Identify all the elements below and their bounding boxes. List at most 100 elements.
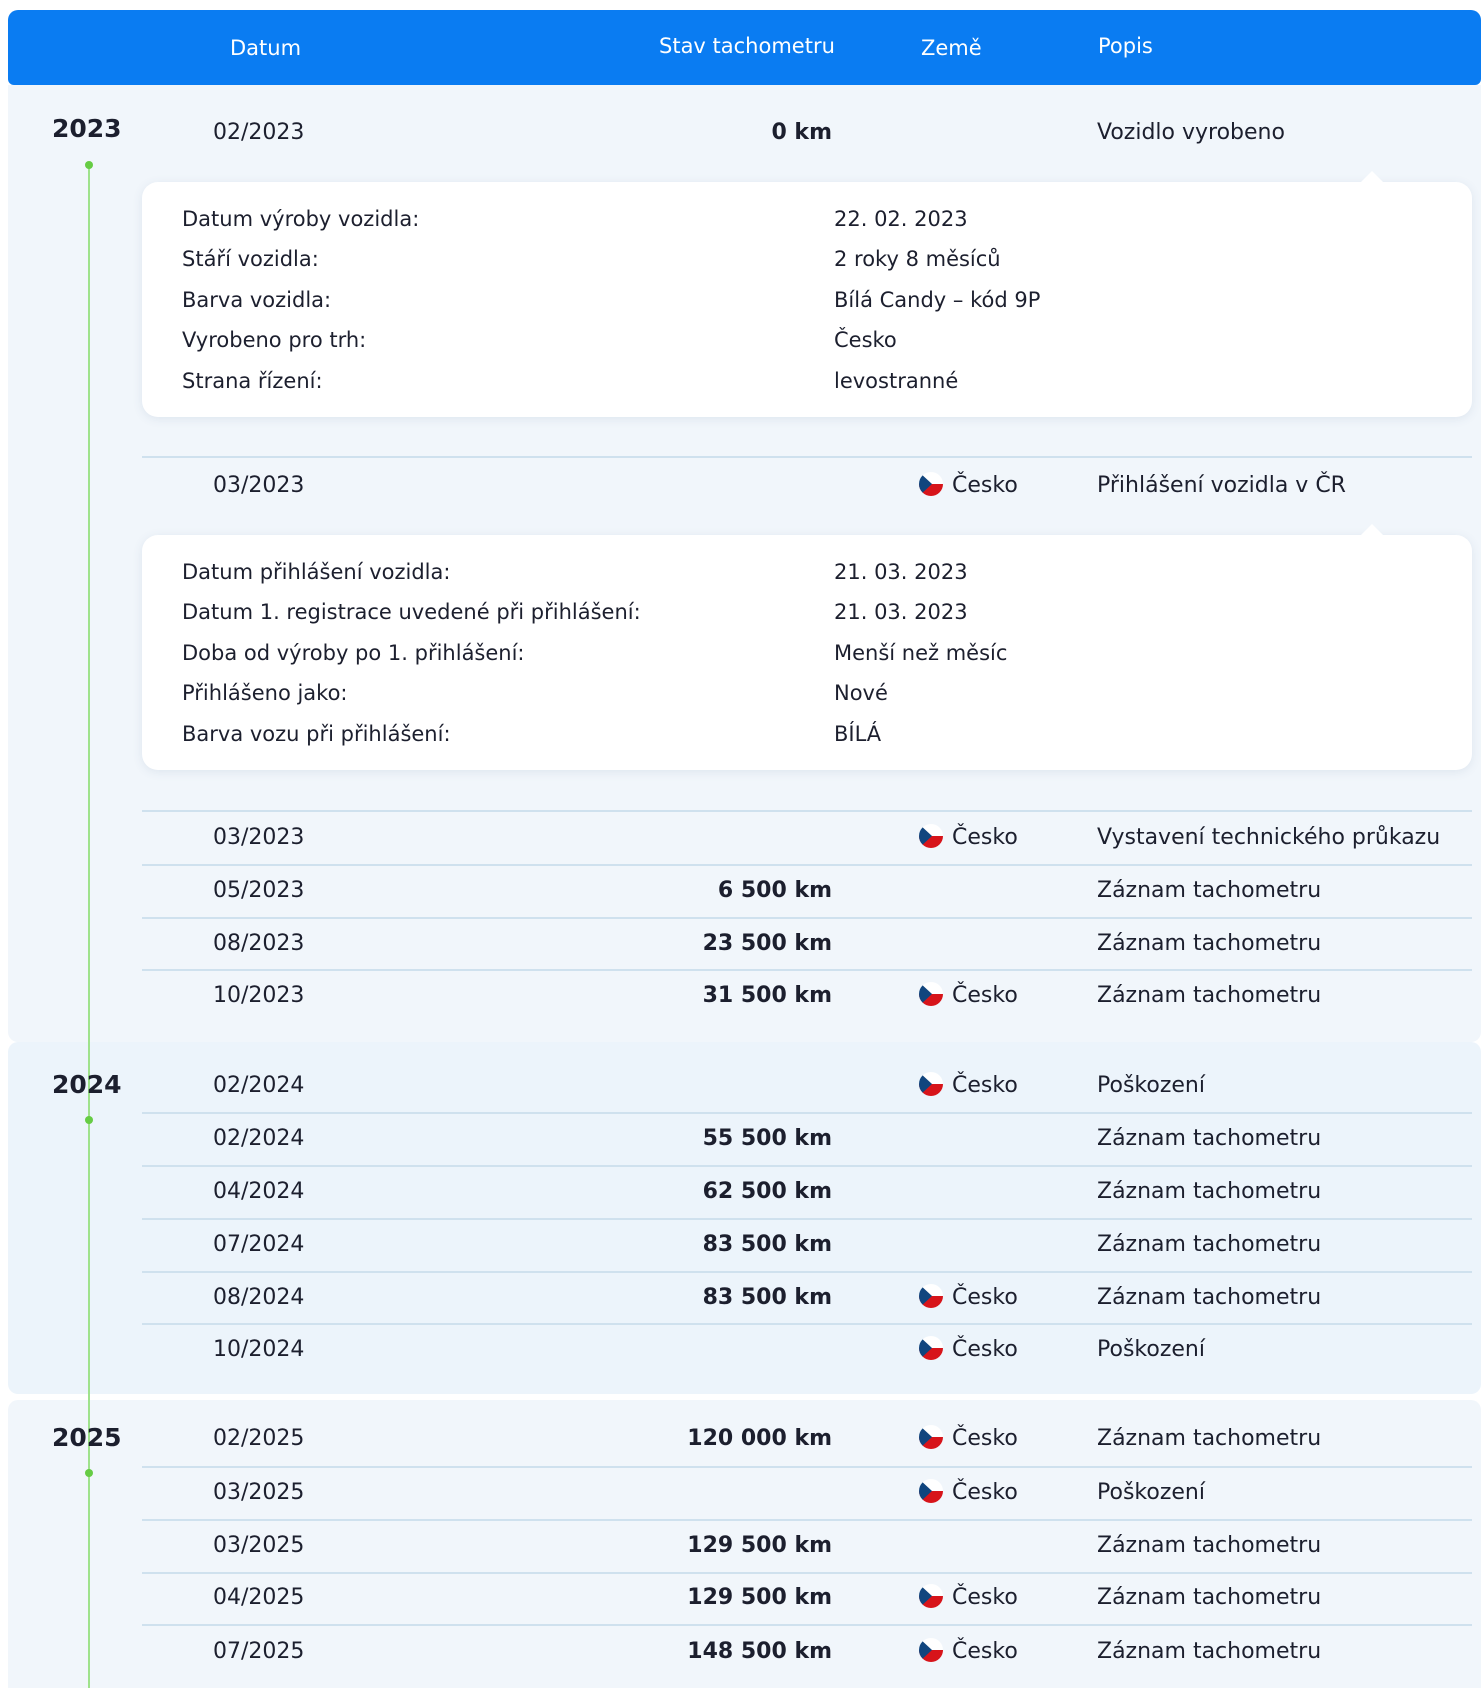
row-country: Česko — [919, 970, 1018, 1022]
detail-row: Datum 1. registrace uvedené při přihláše… — [182, 592, 1452, 632]
table-row[interactable]: 08/2023 23 500 km Záznam tachometru — [142, 918, 1472, 970]
detail-label: Datum přihlášení vozidla: — [182, 560, 451, 584]
column-header-odometer: Stav tachometru — [659, 34, 835, 58]
detail-row: Stáří vozidla: 2 roky 8 měsíců — [182, 239, 1452, 279]
column-header-description: Popis — [1098, 34, 1153, 58]
timeline-dot — [85, 161, 93, 169]
table-row[interactable]: 05/2023 6 500 km Záznam tachometru — [142, 865, 1472, 917]
detail-label: Barva vozidla: — [182, 288, 332, 312]
row-date: 02/2023 — [213, 120, 305, 145]
row-date: 10/2023 — [213, 983, 305, 1008]
table-row[interactable]: 10/2024 Česko Poškození — [142, 1324, 1472, 1376]
czech-flag-icon — [919, 1072, 943, 1096]
row-odometer: 148 500 km — [687, 1639, 832, 1664]
czech-flag-icon — [919, 1425, 943, 1449]
table-row[interactable]: 07/2025 148 500 km Česko Záznam tachomet… — [142, 1626, 1472, 1678]
detail-row: Přihlášeno jako: Nové — [182, 673, 1452, 713]
row-description: Vystavení technického průkazu — [1097, 825, 1441, 850]
row-odometer: 83 500 km — [702, 1285, 832, 1310]
card-pointer — [1360, 171, 1384, 183]
row-description: Záznam tachometru — [1097, 983, 1322, 1008]
registration-details-card: Datum přihlášení vozidla: 21. 03. 2023 Da… — [142, 524, 1472, 770]
row-date: 07/2024 — [213, 1232, 305, 1257]
row-description: Vozidlo vyrobeno — [1097, 120, 1285, 145]
row-country: Česko — [919, 1467, 1018, 1519]
detail-value: Menší než měsíc — [834, 641, 1008, 665]
row-description: Přihlášení vozidla v ČR — [1097, 473, 1346, 498]
row-date: 08/2024 — [213, 1285, 305, 1310]
row-date: 03/2025 — [213, 1480, 305, 1505]
row-description: Záznam tachometru — [1097, 1126, 1322, 1151]
table-row[interactable]: 03/2023 Česko Přihlášení vozidla v ČR — [142, 460, 1472, 512]
row-odometer: 0 km — [771, 120, 832, 145]
row-odometer: 55 500 km — [702, 1126, 832, 1151]
timeline-dot — [85, 1469, 93, 1477]
production-details-card: Datum výroby vozidla: 22. 02. 2023 Stáří … — [142, 171, 1472, 417]
row-country: Česko — [919, 1060, 1018, 1112]
detail-label: Přihlášeno jako: — [182, 681, 348, 705]
row-date: 07/2025 — [213, 1639, 305, 1664]
czech-flag-icon — [919, 472, 943, 496]
row-description: Poškození — [1097, 1337, 1205, 1362]
detail-value: 22. 02. 2023 — [834, 207, 968, 231]
row-odometer: 23 500 km — [702, 931, 832, 956]
table-row[interactable]: 02/2024 55 500 km Záznam tachometru — [142, 1113, 1472, 1165]
row-country: Česko — [919, 812, 1018, 864]
detail-label: Datum výroby vozidla: — [182, 207, 420, 231]
row-description: Poškození — [1097, 1073, 1205, 1098]
row-description: Záznam tachometru — [1097, 1639, 1322, 1664]
row-description: Záznam tachometru — [1097, 1426, 1322, 1451]
row-odometer: 31 500 km — [702, 983, 832, 1008]
table-row[interactable]: 03/2023 Česko Vystavení technického průk… — [142, 812, 1472, 864]
detail-row: Datum přihlášení vozidla: 21. 03. 2023 — [182, 552, 1452, 592]
table-row[interactable]: 04/2024 62 500 km Záznam tachometru — [142, 1166, 1472, 1218]
table-row[interactable]: 04/2025 129 500 km Česko Záznam tachomet… — [142, 1572, 1472, 1624]
table-row[interactable]: 07/2024 83 500 km Záznam tachometru — [142, 1219, 1472, 1271]
row-date: 02/2024 — [213, 1126, 305, 1151]
row-country: Česko — [919, 460, 1018, 512]
year-label: 2024 — [52, 1070, 122, 1099]
year-label: 2025 — [52, 1423, 122, 1452]
row-date: 02/2025 — [213, 1426, 305, 1451]
column-header-date: Datum — [230, 36, 302, 60]
timeline-line — [88, 166, 90, 1688]
detail-row: Vyrobeno pro trh: Česko — [182, 320, 1452, 360]
detail-value: levostranné — [834, 369, 959, 393]
year-label: 2023 — [52, 114, 122, 143]
column-header-country: Země — [921, 36, 982, 60]
row-country: Česko — [919, 1413, 1018, 1465]
row-description: Záznam tachometru — [1097, 1585, 1322, 1610]
row-date: 03/2023 — [213, 473, 305, 498]
table-row[interactable]: 03/2025 Česko Poškození — [142, 1467, 1472, 1519]
row-date: 04/2025 — [213, 1585, 305, 1610]
row-odometer: 83 500 km — [702, 1232, 832, 1257]
detail-value: 21. 03. 2023 — [834, 600, 968, 624]
czech-flag-icon — [919, 1336, 943, 1360]
row-description: Poškození — [1097, 1480, 1205, 1505]
row-description: Záznam tachometru — [1097, 1232, 1322, 1257]
row-date: 08/2023 — [213, 931, 305, 956]
detail-row: Barva vozu při přihlášení: BÍLÁ — [182, 714, 1452, 754]
row-description: Záznam tachometru — [1097, 1533, 1322, 1558]
detail-row: Doba od výroby po 1. přihlášení: Menší ne… — [182, 633, 1452, 673]
row-description: Záznam tachometru — [1097, 1179, 1322, 1204]
detail-label: Vyrobeno pro trh: — [182, 328, 367, 352]
table-row[interactable]: 02/2024 Česko Poškození — [142, 1060, 1472, 1112]
table-row[interactable]: 02/2023 0 km Vozidlo vyrobeno — [142, 107, 1472, 159]
row-date: 03/2023 — [213, 825, 305, 850]
row-date: 03/2025 — [213, 1533, 305, 1558]
table-row[interactable]: 10/2023 31 500 km Česko Záznam tachometr… — [142, 970, 1472, 1022]
table-row[interactable]: 08/2024 83 500 km Česko Záznam tachometr… — [142, 1272, 1472, 1324]
row-country: Česko — [919, 1572, 1018, 1624]
row-country: Česko — [919, 1324, 1018, 1376]
czech-flag-icon — [919, 1479, 943, 1503]
row-description: Záznam tachometru — [1097, 878, 1322, 903]
table-row[interactable]: 02/2025 120 000 km Česko Záznam tachomet… — [142, 1413, 1472, 1465]
row-date: 10/2024 — [213, 1337, 305, 1362]
table-row[interactable]: 03/2025 129 500 km Záznam tachometru — [142, 1520, 1472, 1572]
timeline-dot — [85, 1116, 93, 1124]
detail-row: Barva vozidla: Bílá Candy – kód 9P — [182, 280, 1452, 320]
row-date: 05/2023 — [213, 878, 305, 903]
detail-value: Nové — [834, 681, 888, 705]
detail-row: Strana řízení: levostranné — [182, 361, 1452, 401]
